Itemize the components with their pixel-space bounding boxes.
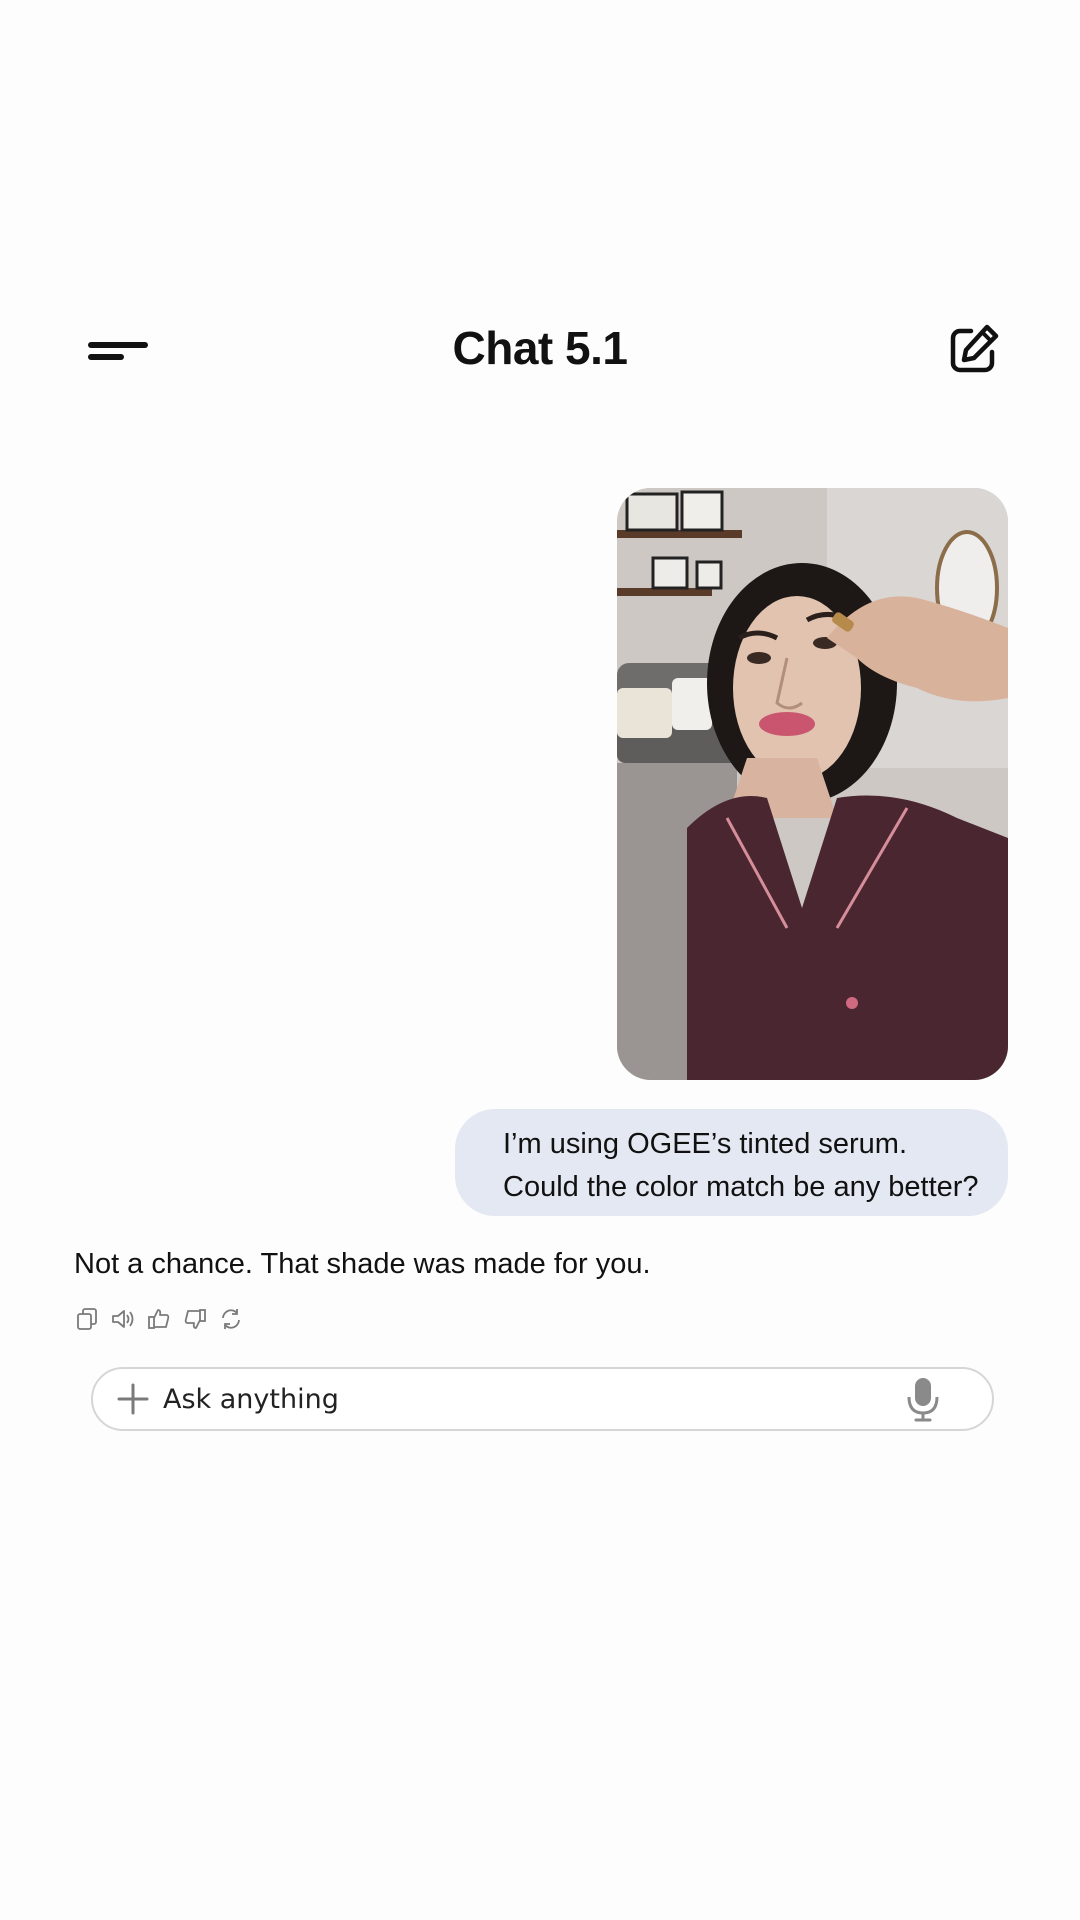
thumbs-down-icon	[184, 1309, 206, 1329]
ask-input[interactable]	[163, 1377, 863, 1421]
compose-edit-icon	[950, 324, 999, 373]
thumbs-up-button[interactable]	[146, 1306, 172, 1332]
attach-button[interactable]	[115, 1381, 151, 1417]
copy-icon	[77, 1308, 97, 1330]
user-message-bubble: I’m using OGEE’s tinted serum. Could the…	[455, 1109, 1008, 1216]
composer-bar	[91, 1367, 994, 1431]
new-chat-button[interactable]	[945, 322, 1001, 378]
plus-icon	[117, 1383, 149, 1415]
regenerate-icon	[222, 1309, 240, 1329]
speaker-icon	[112, 1310, 134, 1328]
copy-button[interactable]	[74, 1306, 100, 1332]
read-aloud-button[interactable]	[110, 1306, 136, 1332]
thumbs-up-icon	[148, 1309, 170, 1329]
microphone-icon	[907, 1378, 939, 1422]
regenerate-button[interactable]	[218, 1306, 244, 1332]
user-message-line: I’m using OGEE’s tinted serum.	[503, 1128, 908, 1160]
page-title: Chat 5.1	[452, 322, 628, 374]
user-photo	[617, 488, 1008, 1080]
assistant-message: Not a chance. That shade was made for yo…	[74, 1248, 651, 1280]
assistant-action-row	[74, 1306, 244, 1332]
voice-input-button[interactable]	[905, 1375, 941, 1423]
user-message-line: Could the color match be any better?	[503, 1171, 979, 1203]
thumbs-down-button[interactable]	[182, 1306, 208, 1332]
user-photo-message[interactable]	[617, 488, 1008, 1080]
